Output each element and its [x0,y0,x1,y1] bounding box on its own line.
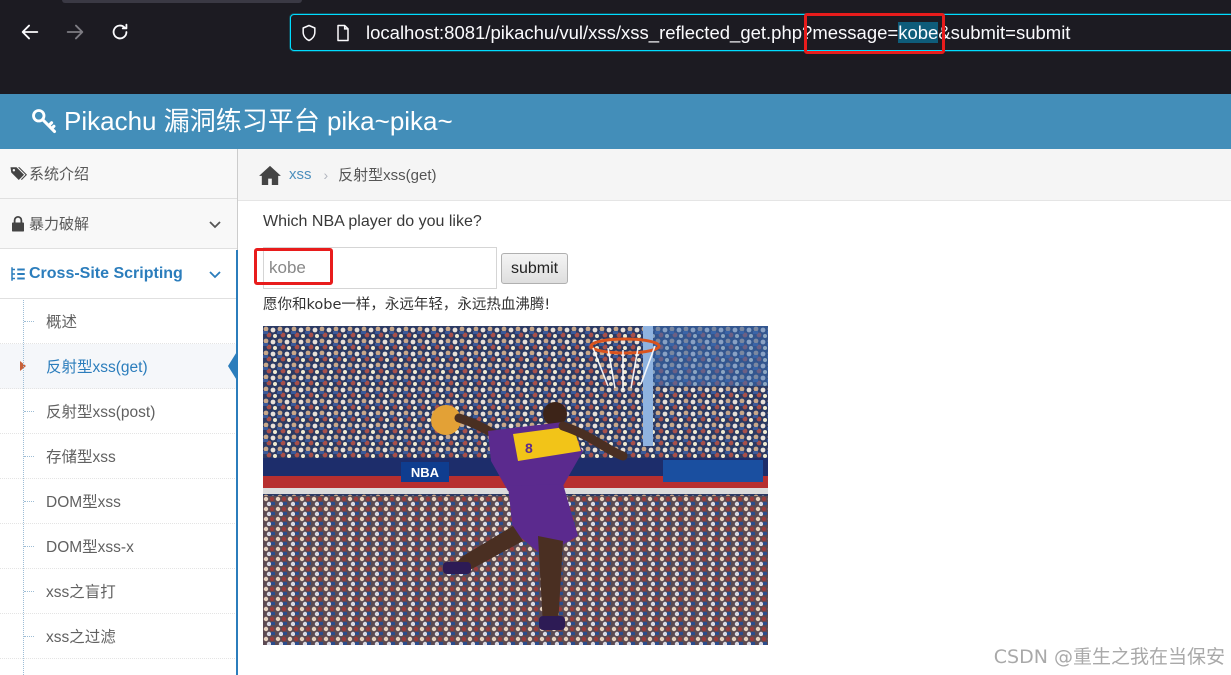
kobe-dunk-image: NBA 8 [263,326,768,645]
result-message: 愿你和kobe一样，永远年轻，永远热血沸腾! [263,297,551,313]
reload-button[interactable] [106,18,134,46]
page-icon[interactable] [333,23,353,43]
tree-guide-line [23,300,24,675]
site-brand[interactable]: Pikachu 漏洞练习平台 pika~pika~ [30,105,453,137]
tree-connector [24,501,34,502]
shield-icon[interactable] [299,23,319,43]
back-button[interactable] [16,18,44,46]
chevron-down-icon [209,270,221,278]
tree-connector [24,411,34,412]
svg-text:NBA: NBA [411,465,440,480]
url-text[interactable]: localhost:8081/pikachu/vul/xss/xss_refle… [366,21,1070,45]
sidebar-subitem-stored[interactable]: 存储型xss [0,434,237,479]
sidebar-item-bruteforce[interactable]: 暴力破解 [0,199,237,249]
sidebar-subitem-label: 反射型xss(get) [46,359,148,376]
sidebar-item-label: Cross-Site Scripting [29,264,183,282]
sidebar-item-intro[interactable]: 系统介绍 [0,149,237,199]
forward-arrow-icon [66,24,84,40]
tree-connector [24,591,34,592]
sidebar-subitem-label: DOM型xss [46,494,121,511]
key-icon [32,109,57,134]
tree-connector [24,636,34,637]
forward-button[interactable] [61,18,89,46]
tree-connector [24,546,34,547]
sidebar-subitem-reflected-get[interactable]: 反射型xss(get) [0,344,238,389]
sidebar-subitem-dom-x[interactable]: DOM型xss-x [0,524,237,569]
sidebar-subitem-label: xss之过滤 [46,629,116,646]
home-icon[interactable] [259,165,281,185]
question-label: Which NBA player do you like? [263,213,482,230]
sidebar-subitem-next[interactable] [0,659,237,675]
sidebar-subitem-label: 存储型xss [46,449,116,466]
chevron-right-icon: › [323,166,329,183]
csdn-watermark: CSDN @重生之我在当保安 [993,646,1225,668]
site-title: Pikachu 漏洞练习平台 pika~pika~ [64,106,453,136]
tree-connector [24,456,34,457]
input-highlight-annotation [254,248,333,285]
main-content: Which NBA player do you like? submit 愿你和… [238,201,1231,675]
tags-icon [9,165,27,183]
svg-text:8: 8 [525,440,533,456]
sidebar-subitem-filter[interactable]: xss之过滤 [0,614,237,659]
sidebar-item-label: 暴力破解 [29,216,90,233]
sidebar-subitem-label: 反射型xss(post) [46,404,156,421]
sidebar-item-label: 系统介绍 [29,166,90,183]
sidebar-item-xss[interactable]: Cross-Site Scripting [0,249,237,299]
sidebar-subitem-label: DOM型xss-x [46,539,134,556]
chevron-down-icon [209,220,221,228]
breadcrumb-current: 反射型xss(get) [338,167,437,184]
site-header: Pikachu 漏洞练习平台 pika~pika~ [0,94,1231,149]
browser-toolbar: localhost:8081/pikachu/vul/xss/xss_refle… [0,0,1231,94]
submit-button[interactable]: submit [501,253,568,284]
sidebar-subitem-dom[interactable]: DOM型xss [0,479,237,524]
tab-strip-edge [62,0,302,3]
reload-icon [112,23,128,40]
tree-connector [24,321,34,322]
url-highlight-annotation [804,13,945,54]
sidebar-subitem-overview[interactable]: 概述 [0,299,237,344]
list-tree-icon [9,265,27,283]
sidebar-subitem-label: 概述 [46,314,78,331]
breadcrumb: xss › 反射型xss(get) [238,149,1231,201]
sidebar-subitem-blind[interactable]: xss之盲打 [0,569,237,614]
sidebar-subitem-reflected-post[interactable]: 反射型xss(post) [0,389,237,434]
lock-icon [9,215,27,233]
back-arrow-icon [21,24,39,40]
sidebar-subitem-label: xss之盲打 [46,584,116,601]
address-bar[interactable]: localhost:8081/pikachu/vul/xss/xss_refle… [290,14,1231,51]
breadcrumb-link-xss[interactable]: xss [289,166,312,183]
